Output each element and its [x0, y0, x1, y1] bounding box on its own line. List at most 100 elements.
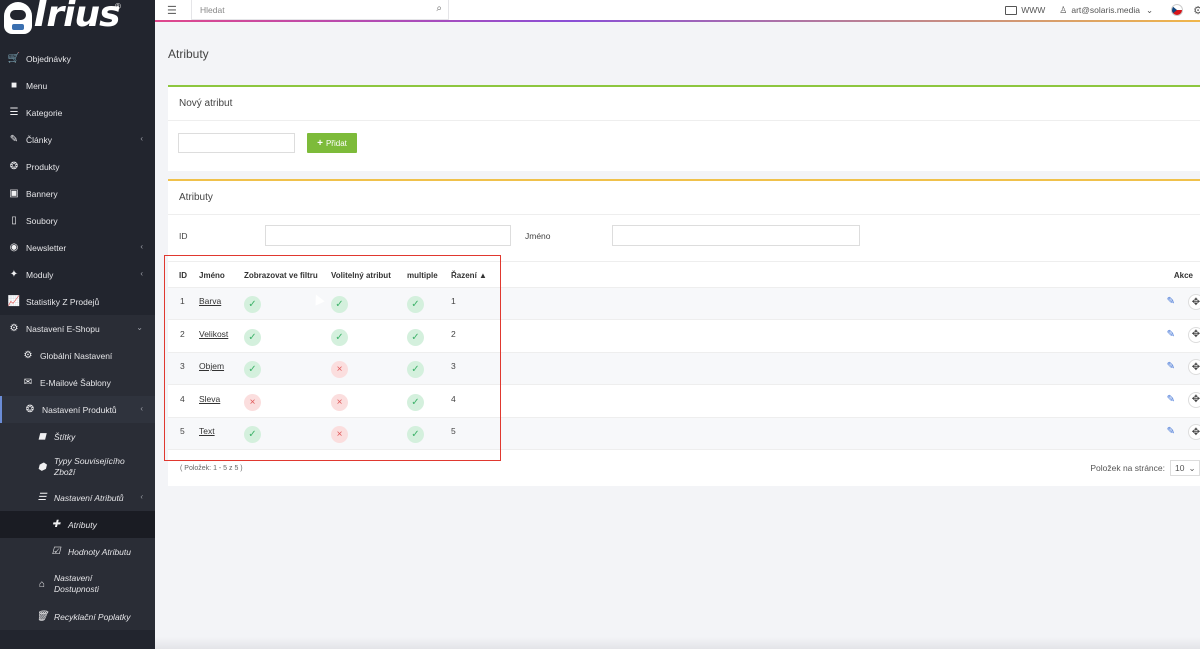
- sidebar-item-moduly[interactable]: ✦ Moduly ‹: [0, 261, 155, 288]
- sidebar-item-clanky[interactable]: ✎ Články ‹: [0, 126, 155, 153]
- sidebar-item-nastaveni-atributu[interactable]: ☰ Nastavení Atributů ‹: [0, 484, 155, 511]
- col-actions: Akce: [1173, 271, 1193, 280]
- new-attribute-input[interactable]: [178, 133, 295, 153]
- sidebar-item-atributy[interactable]: ✚ Atributy: [0, 511, 155, 538]
- sidebar-item-label: Newsletter: [26, 242, 67, 253]
- sidebar-item-nastaveni-eshopu[interactable]: ⚙ Nastavení E-Shopu ⌄: [0, 315, 155, 342]
- topbar-accent-line: [155, 20, 1200, 22]
- sidebar-item-label: Kategorie: [26, 107, 63, 118]
- new-attribute-card: Nový atribut + Přidat: [168, 85, 1200, 171]
- page-title: Atributy: [168, 47, 209, 61]
- per-page-select[interactable]: 10 ⌄: [1170, 460, 1200, 476]
- sidebar-item-label: Produkty: [26, 161, 60, 172]
- sidebar-item-label: Atributy: [68, 519, 97, 530]
- plus-icon: ✚: [51, 519, 61, 530]
- image-icon: ▣: [9, 188, 19, 199]
- sidebar-item-label: Nastavení Atributů: [54, 492, 124, 503]
- sidebar-item-label: E-Mailové Šablony: [40, 377, 111, 388]
- sidebar-item-stitky[interactable]: ◼ Štítky: [0, 423, 155, 450]
- home-icon: ⌂: [38, 578, 46, 590]
- move-icon[interactable]: ✥: [1188, 359, 1200, 376]
- move-icon[interactable]: ✥: [1188, 391, 1200, 408]
- sidebar-item-label: Štítky: [54, 431, 76, 442]
- language-flag-icon[interactable]: [1171, 4, 1184, 16]
- registered-mark: ®: [115, 2, 121, 11]
- per-page-value: 10: [1175, 463, 1185, 473]
- tag-icon: ◼: [37, 431, 47, 442]
- www-link[interactable]: WWW: [1005, 5, 1045, 15]
- sidebar-item-emailove-sablony[interactable]: ✉ E-Mailové Šablony: [0, 369, 155, 396]
- edit-icon[interactable]: ✎: [1167, 361, 1175, 372]
- add-button-label: Přidat: [325, 138, 347, 148]
- chevron-left-icon: ‹: [140, 492, 143, 501]
- filter-id-input[interactable]: [265, 225, 511, 246]
- sidebar-item-label: Nastavení Dostupnosti: [54, 573, 99, 594]
- card-title: Nový atribut: [168, 87, 1200, 121]
- search-placeholder: Hledat: [200, 4, 225, 15]
- mail-icon: ✉: [23, 377, 33, 388]
- search-icon[interactable]: ⌕: [436, 3, 442, 14]
- sidebar-item-kategorie[interactable]: ☰ Kategorie: [0, 99, 155, 126]
- sidebar-item-statistiky[interactable]: 📈 Statistiky Z Prodejů: [0, 288, 155, 315]
- folder-icon: ■: [10, 80, 18, 91]
- per-page-label: Položek na stránce:: [1090, 463, 1165, 473]
- user-menu[interactable]: ♙ art@solaris.media ⌄: [1059, 5, 1153, 16]
- filter-name-input[interactable]: [612, 225, 860, 246]
- chevron-left-icon: ‹: [140, 134, 143, 143]
- www-label: WWW: [1021, 5, 1046, 15]
- cart-icon: 🛒: [7, 53, 21, 64]
- sidebar-item-menu[interactable]: ■ Menu: [0, 72, 155, 99]
- mascot-icon: [4, 2, 32, 34]
- edit-icon[interactable]: ✎: [1167, 329, 1175, 340]
- sidebar-item-label: Nastavení E-Shopu: [26, 323, 100, 334]
- add-button[interactable]: + Přidat: [307, 133, 357, 153]
- list-icon: ☰: [9, 107, 19, 118]
- sidebar-item-typy-souvisejiciho-zbozi[interactable]: ⬢ Typy Souvisejícího Zboží: [0, 450, 155, 484]
- bottom-edge: [155, 637, 1200, 649]
- move-icon[interactable]: ✥: [1188, 326, 1200, 343]
- sidebar-item-objednavky[interactable]: 🛒 Objednávky: [0, 45, 155, 72]
- filter-name-label: Jméno: [525, 231, 551, 241]
- sidebar-item-soubory[interactable]: ▯ Soubory: [0, 207, 155, 234]
- move-icon[interactable]: ✥: [1188, 294, 1200, 310]
- chevron-down-icon: ⌄: [1188, 462, 1196, 473]
- sidebar-item-label: Hodnoty Atributu: [68, 546, 131, 557]
- hamburger-icon[interactable]: ☰: [167, 4, 177, 17]
- search-input[interactable]: Hledat ⌕: [191, 0, 449, 20]
- sidebar-item-label: Recyklační Poplatky: [54, 611, 131, 622]
- sidebar-item-bannery[interactable]: ▣ Bannery: [0, 180, 155, 207]
- chevron-left-icon: ‹: [140, 404, 143, 413]
- sliders-icon: ☰: [37, 492, 47, 503]
- sidebar-item-nastaveni-produktu[interactable]: ❂ Nastavení Produktů ‹: [0, 396, 155, 423]
- settings-gear-icon[interactable]: ⚙: [1193, 4, 1200, 17]
- sidebar-item-recyklacni-poplatky[interactable]: 🗑 Recyklační Poplatky: [0, 603, 155, 630]
- sidebar-item-label: Nastavení Produktů: [42, 404, 117, 415]
- file-icon: ▯: [11, 215, 17, 226]
- chevron-down-icon: ⌄: [136, 323, 143, 332]
- sidebar-item-label: Typy Souvisejícího Zboží: [54, 456, 125, 477]
- move-icon[interactable]: ✥: [1188, 424, 1200, 441]
- edit-icon[interactable]: ✎: [1167, 426, 1175, 437]
- chevron-down-icon: ⌄: [1146, 4, 1154, 15]
- sidebar: Irius ® 🛒 Objednávky ■ Menu ☰ Kategorie ✎ Čl…: [0, 0, 155, 649]
- cube-icon: ⬢: [37, 461, 47, 473]
- sidebar-item-label: Objednávky: [26, 53, 71, 64]
- gear-icon: ⚙: [23, 350, 33, 361]
- sidebar-item-label: Statistiky Z Prodejů: [26, 296, 100, 307]
- sidebar-item-newsletter[interactable]: ◉ Newsletter ‹: [0, 234, 155, 261]
- user-icon: ♙: [1059, 4, 1068, 15]
- chevron-left-icon: ‹: [140, 242, 143, 251]
- edit-icon[interactable]: ✎: [1167, 296, 1175, 307]
- per-page: Položek na stránce: 10 ⌄: [1090, 460, 1200, 476]
- edit-icon[interactable]: ✎: [1167, 394, 1175, 405]
- sidebar-item-globalni-nastaveni[interactable]: ⚙ Globální Nastavení: [0, 342, 155, 369]
- user-email: art@solaris.media: [1071, 5, 1140, 15]
- filter-id-label: ID: [179, 231, 188, 241]
- sidebar-item-produkty[interactable]: ❂ Produkty: [0, 153, 155, 180]
- sidebar-item-label: Moduly: [26, 269, 54, 280]
- items-info: ( Položek: 1 - 5 z 5 ): [180, 465, 243, 472]
- brand-logo[interactable]: Irius ®: [0, 0, 155, 38]
- settings-icon: ⚙: [9, 323, 19, 334]
- sidebar-item-hodnoty-atributu[interactable]: ☑ Hodnoty Atributu: [0, 538, 155, 565]
- sidebar-item-nastaveni-dostupnosti[interactable]: ⌂ Nastavení Dostupnosti: [0, 565, 155, 603]
